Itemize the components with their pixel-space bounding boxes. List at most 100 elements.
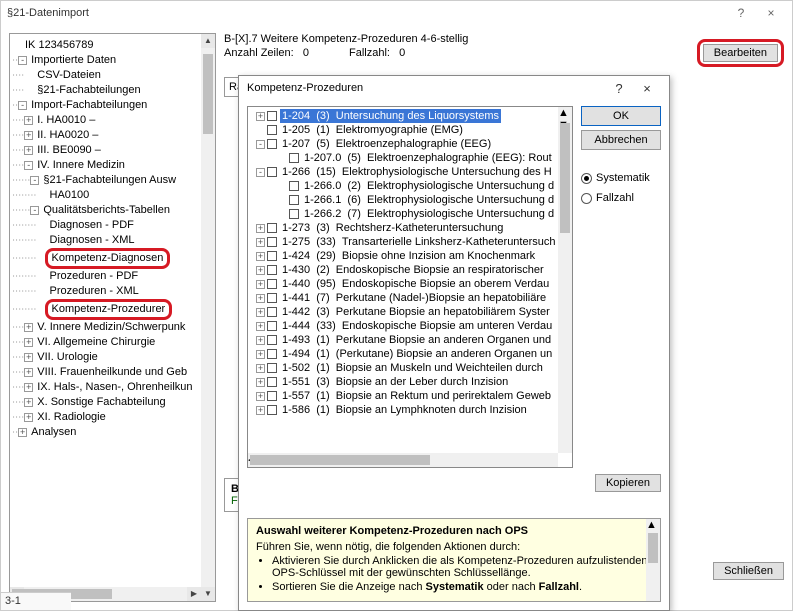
dialog-tree-item[interactable]: +1-273 (3) Rechtsherz-Katheteruntersuchu… xyxy=(250,221,572,235)
radio-systematik[interactable]: Systematik xyxy=(581,172,661,184)
dialog-scrollbar-vertical[interactable]: ▲ ▼ xyxy=(558,107,572,453)
tree-item[interactable]: ∙∙∙∙§21-Fachabteilungen xyxy=(12,83,213,98)
tree-item[interactable]: ∙∙∙∙∙∙∙∙Diagnosen - XML xyxy=(12,233,213,248)
main-help-button[interactable]: ? xyxy=(726,6,756,20)
tree-item[interactable]: IK 123456789 xyxy=(12,38,213,53)
expander-icon[interactable]: - xyxy=(30,206,39,215)
checkbox-icon[interactable] xyxy=(289,195,299,205)
expander-icon[interactable]: + xyxy=(256,224,265,233)
tree-item[interactable]: ∙∙∙∙+IX. Hals-, Nasen-, Ohrenheilkun xyxy=(12,380,213,395)
expander-icon[interactable]: + xyxy=(24,131,33,140)
help-scrollbar-vertical[interactable]: ▲ ▼ xyxy=(646,519,660,601)
expander-icon[interactable]: + xyxy=(256,350,265,359)
dialog-tree-item[interactable]: 1-266.2 (7) Elektrophysiologische Unters… xyxy=(250,207,572,221)
dialog-close-button[interactable]: × xyxy=(633,81,661,96)
checkbox-icon[interactable] xyxy=(267,349,277,359)
dialog-tree-item[interactable]: +1-586 (1) Biopsie an Lymphknoten durch … xyxy=(250,403,572,417)
dialog-tree-item[interactable]: +1-440 (95) Endoskopische Biopsie an obe… xyxy=(250,277,572,291)
tree-item[interactable]: ∙∙∙∙+II. HA0020 – xyxy=(12,128,213,143)
dialog-tree-item[interactable]: +1-430 (2) Endoskopische Biopsie an resp… xyxy=(250,263,572,277)
dialog-tree-item[interactable]: +1-493 (1) Perkutane Biopsie an anderen … xyxy=(250,333,572,347)
expander-icon[interactable]: - xyxy=(24,161,33,170)
dialog-scrollbar-horizontal[interactable]: ◀ ▶ xyxy=(248,453,558,467)
expander-icon[interactable]: + xyxy=(256,364,265,373)
tree-item[interactable]: ∙∙∙∙∙∙∙∙Prozeduren - PDF xyxy=(12,269,213,284)
schliessen-button[interactable]: Schließen xyxy=(713,562,784,580)
expander-icon[interactable]: + xyxy=(24,146,33,155)
checkbox-icon[interactable] xyxy=(289,209,299,219)
expander-icon[interactable]: + xyxy=(256,266,265,275)
expander-icon[interactable]: + xyxy=(256,406,265,415)
dialog-tree-item[interactable]: -1-266 (15) Elektrophysiologische Unters… xyxy=(250,165,572,179)
tree-item[interactable]: ∙∙∙∙∙∙∙∙Kompetenz-Diagnosen xyxy=(12,248,213,269)
checkbox-icon[interactable] xyxy=(267,251,277,261)
checkbox-icon[interactable] xyxy=(267,237,277,247)
dialog-tree-item[interactable]: 1-266.0 (2) Elektrophysiologische Unters… xyxy=(250,179,572,193)
tree-item[interactable]: ∙∙∙∙+VII. Urologie xyxy=(12,350,213,365)
dialog-tree-item[interactable]: +1-551 (3) Biopsie an der Leber durch In… xyxy=(250,375,572,389)
checkbox-icon[interactable] xyxy=(267,307,277,317)
expander-icon[interactable]: - xyxy=(18,101,27,110)
dialog-tree-item[interactable]: 1-266.1 (6) Elektrophysiologische Unters… xyxy=(250,193,572,207)
expander-icon[interactable]: - xyxy=(18,56,27,65)
radio-fallzahl-dot[interactable] xyxy=(581,193,592,204)
ok-button[interactable]: OK xyxy=(581,106,661,126)
tree-item[interactable]: ∙∙∙∙+VIII. Frauenheilkunde und Geb xyxy=(12,365,213,380)
tree-item[interactable]: ∙∙∙∙+V. Innere Medizin/Schwerpunk xyxy=(12,320,213,335)
tree-item[interactable]: ∙∙∙∙∙∙∙∙Diagnosen - PDF xyxy=(12,218,213,233)
tree-item[interactable]: ∙∙∙∙∙∙-§21-Fachabteilungen Ausw xyxy=(12,173,213,188)
tree-item[interactable]: ∙∙∙∙∙∙∙∙Kompetenz-Prozedurer xyxy=(12,299,213,320)
expander-icon[interactable]: - xyxy=(256,140,265,149)
bearbeiten-button[interactable]: Bearbeiten xyxy=(703,44,778,62)
tree-item[interactable]: ∙∙∙∙∙∙∙∙HA0100 xyxy=(12,188,213,203)
expander-icon[interactable]: + xyxy=(256,308,265,317)
expander-icon[interactable]: + xyxy=(24,368,33,377)
expander-icon[interactable]: + xyxy=(24,323,33,332)
dialog-tree-item[interactable]: +1-442 (3) Perkutane Biopsie an hepatobi… xyxy=(250,305,572,319)
checkbox-icon[interactable] xyxy=(267,391,277,401)
kopieren-button[interactable]: Kopieren xyxy=(595,474,661,492)
checkbox-icon[interactable] xyxy=(267,139,277,149)
tree-item[interactable]: ∙∙∙∙+X. Sonstige Fachabteilung xyxy=(12,395,213,410)
dialog-tree-item[interactable]: +1-275 (33) Transarterielle Linksherz-Ka… xyxy=(250,235,572,249)
expander-icon[interactable]: + xyxy=(24,383,33,392)
expander-icon[interactable]: + xyxy=(24,353,33,362)
tree-item[interactable]: ∙∙∙∙∙∙-Qualitätsberichts-Tabellen xyxy=(12,203,213,218)
expander-icon[interactable]: + xyxy=(24,413,33,422)
expander-icon[interactable]: - xyxy=(256,168,265,177)
dialog-tree-item[interactable]: 1-205 (1) Elektromyographie (EMG) xyxy=(250,123,572,137)
tree-item[interactable]: ∙∙∙∙+VI. Allgemeine Chirurgie xyxy=(12,335,213,350)
expander-icon[interactable]: + xyxy=(256,252,265,261)
checkbox-icon[interactable] xyxy=(267,293,277,303)
tree-item[interactable]: ∙∙∙∙+III. BE0090 – xyxy=(12,143,213,158)
expander-icon[interactable]: + xyxy=(256,378,265,387)
expander-icon[interactable]: + xyxy=(24,338,33,347)
tree-item[interactable]: ∙∙∙∙∙∙∙∙Prozeduren - XML xyxy=(12,284,213,299)
tree-item[interactable]: ∙∙+Analysen xyxy=(12,425,213,440)
tree-item[interactable]: ∙∙-Import-Fachabteilungen xyxy=(12,98,213,113)
expander-icon[interactable]: + xyxy=(256,280,265,289)
dialog-tree-item[interactable]: +1-424 (29) Biopsie ohne Inzision am Kno… xyxy=(250,249,572,263)
checkbox-icon[interactable] xyxy=(267,377,277,387)
expander-icon[interactable]: + xyxy=(256,322,265,331)
expander-icon[interactable]: + xyxy=(256,336,265,345)
expander-icon[interactable]: + xyxy=(256,392,265,401)
dialog-tree-item[interactable]: +1-502 (1) Biopsie an Muskeln und Weicht… xyxy=(250,361,572,375)
checkbox-icon[interactable] xyxy=(267,335,277,345)
main-close-button[interactable]: × xyxy=(756,6,786,20)
dialog-help-button[interactable]: ? xyxy=(605,81,633,96)
tree-item[interactable]: ∙∙∙∙+XI. Radiologie xyxy=(12,410,213,425)
dialog-tree[interactable]: +1-204 (3) Untersuchung des Liquorsystem… xyxy=(247,106,573,468)
expander-icon[interactable]: + xyxy=(256,238,265,247)
tree-item[interactable]: ∙∙-Importierte Daten xyxy=(12,53,213,68)
expander-icon[interactable]: + xyxy=(24,398,33,407)
checkbox-icon[interactable] xyxy=(267,279,277,289)
radio-fallzahl[interactable]: Fallzahl xyxy=(581,192,661,204)
dialog-tree-item[interactable]: +1-557 (1) Biopsie an Rektum und perirek… xyxy=(250,389,572,403)
checkbox-icon[interactable] xyxy=(267,167,277,177)
checkbox-icon[interactable] xyxy=(289,153,299,163)
checkbox-icon[interactable] xyxy=(267,223,277,233)
tree-item[interactable]: ∙∙∙∙+I. HA0010 – xyxy=(12,113,213,128)
expander-icon[interactable]: + xyxy=(256,294,265,303)
checkbox-icon[interactable] xyxy=(267,363,277,373)
